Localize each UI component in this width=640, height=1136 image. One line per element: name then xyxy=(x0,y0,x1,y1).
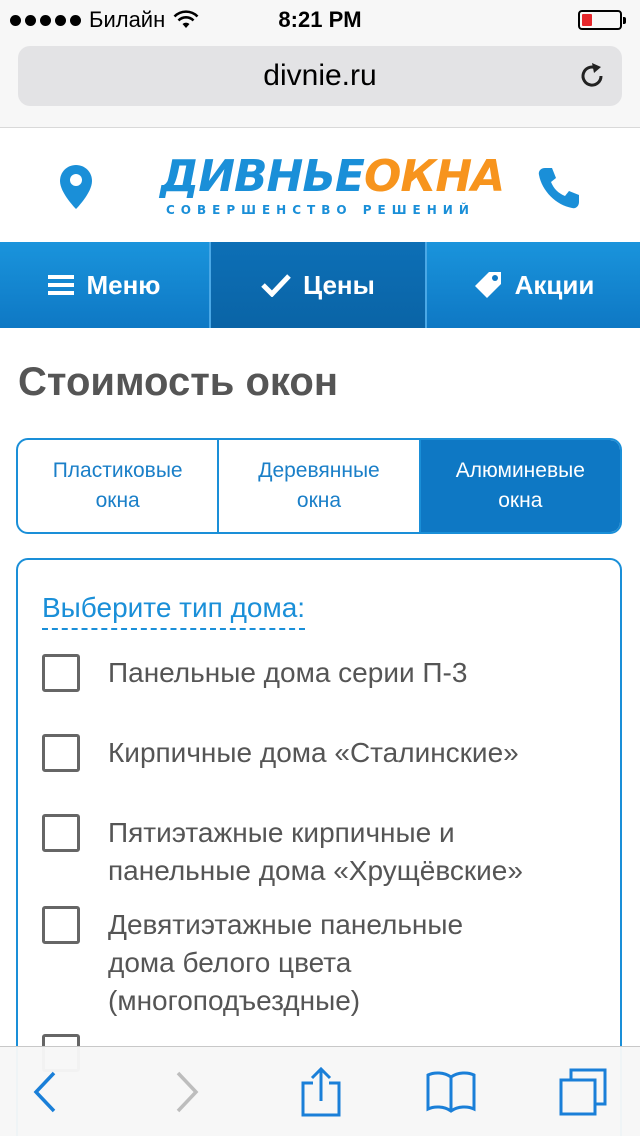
house-type-option[interactable]: Кирпичные дома «Сталинские» xyxy=(42,734,608,772)
tab-label-line: окна xyxy=(95,489,140,512)
logo-word-1: ДИВНЬЕ xyxy=(160,151,365,202)
browser-toolbar xyxy=(0,1046,640,1136)
house-type-option[interactable]: Панельные дома серии П-3 xyxy=(42,654,608,692)
option-label: Пятиэтажные кирпичные и панельные дома «Х… xyxy=(108,814,608,890)
logo-tagline: СОВЕРШЕНСТВО РЕШЕНИЙ xyxy=(166,203,475,217)
form-heading: Выберите тип дома: xyxy=(42,590,306,630)
tab-label-line: окна xyxy=(296,489,342,512)
tab-wooden-windows[interactable]: Деревянные окна xyxy=(219,440,421,532)
option-label: Кирпичные дома «Сталинские» xyxy=(108,734,608,772)
forward-icon[interactable] xyxy=(160,1067,210,1117)
option-label-line: Кирпичные дома «Сталинские» xyxy=(108,737,519,768)
option-label: Девятиэтажные панельные дома белого цвета… xyxy=(108,906,608,1020)
phone-icon[interactable] xyxy=(536,165,582,211)
nav-item-label: Меню xyxy=(86,269,161,300)
hamburger-icon xyxy=(48,275,75,295)
nav-item-menu[interactable]: Меню xyxy=(0,242,211,328)
option-label-line: дома белого цвета xyxy=(108,947,352,978)
checkmark-icon xyxy=(261,274,291,297)
tab-plastic-windows[interactable]: Пластиковые окна xyxy=(18,440,220,532)
window-type-tabs: Пластиковые окна Деревянные окна Алюминевы… xyxy=(16,438,622,534)
tab-label-line: Алюминевые xyxy=(455,459,585,482)
option-label-line: Пятиэтажные кирпичные и xyxy=(108,817,455,848)
battery-icon xyxy=(578,10,626,30)
option-label: Панельные дома серии П-3 xyxy=(108,654,608,692)
site-logo[interactable]: ДИВНЬЕОКНА СОВЕРШЕНСТВО РЕШЕНИЙ xyxy=(160,151,505,225)
tabs-icon[interactable] xyxy=(558,1067,608,1117)
checkbox[interactable] xyxy=(42,906,80,944)
site-header: ДИВНЬЕОКНА СОВЕРШЕНСТВО РЕШЕНИЙ xyxy=(0,129,640,242)
clock: 8:21 PM xyxy=(278,7,362,32)
address-bar[interactable]: divnie.ru xyxy=(18,46,622,106)
tab-label-line: Деревянные xyxy=(258,459,380,482)
tag-icon xyxy=(474,272,501,298)
url-text[interactable]: divnie.ru xyxy=(18,46,622,106)
house-type-option[interactable]: Пятиэтажные кирпичные и панельные дома «Х… xyxy=(42,814,608,890)
tab-aluminum-windows[interactable]: Алюминевые окна xyxy=(420,440,620,532)
checkbox[interactable] xyxy=(42,654,80,692)
reload-icon[interactable] xyxy=(576,60,608,92)
status-bar: Билайн 8:21 PM xyxy=(0,0,640,40)
main-nav: Меню Цены Акции xyxy=(0,242,640,328)
checkbox[interactable] xyxy=(42,734,80,772)
checkbox[interactable] xyxy=(42,814,80,852)
nav-item-label: Акции xyxy=(514,269,595,300)
share-icon[interactable] xyxy=(296,1067,346,1117)
browser-address-area: divnie.ru xyxy=(0,40,640,128)
bookmarks-icon[interactable] xyxy=(426,1067,476,1117)
logo-word-2: ОКНА xyxy=(363,151,505,202)
map-pin-icon[interactable] xyxy=(58,163,94,211)
nav-item-prices[interactable]: Цены xyxy=(211,242,427,328)
house-type-option[interactable]: Девятиэтажные панельные дома белого цвета… xyxy=(42,906,608,1020)
option-label-line: (многоподъездные) xyxy=(108,985,361,1016)
option-label-line: Девятиэтажные панельные xyxy=(108,909,464,940)
nav-item-promotions[interactable]: Акции xyxy=(427,242,640,328)
back-icon[interactable] xyxy=(22,1067,72,1117)
option-label-line: панельные дома «Хрущёвские» xyxy=(108,855,523,886)
tab-label-line: Пластиковые xyxy=(52,459,183,482)
option-label-line: Панельные дома серии П-3 xyxy=(108,657,468,688)
tab-label-line: окна xyxy=(498,489,543,512)
page-title: Стоимость окон xyxy=(18,360,338,404)
nav-item-label: Цены xyxy=(303,269,375,300)
